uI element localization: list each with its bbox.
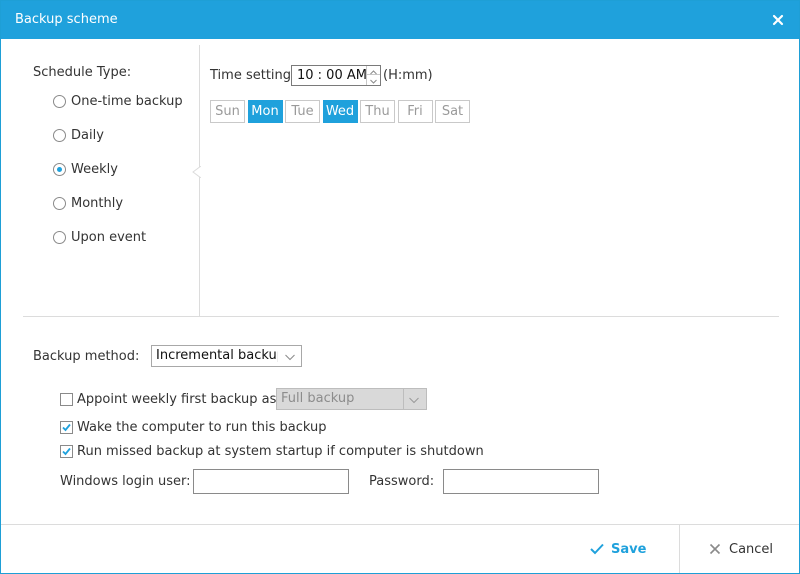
radio-circle: [53, 196, 66, 210]
dialog-title: Backup scheme: [15, 12, 118, 27]
backup-scheme-dialog: Backup scheme Schedule Type: One-time ba…: [0, 0, 800, 574]
day-wed[interactable]: Wed: [322, 100, 358, 123]
backup-method-label: Backup method:: [33, 349, 140, 364]
schedule-type-label: Schedule Type:: [33, 65, 132, 80]
run-missed-backup-checkbox[interactable]: Run missed backup at system startup if c…: [60, 442, 484, 460]
time-spinner: [366, 66, 380, 85]
radio-upon-event[interactable]: Upon event: [53, 228, 146, 246]
first-backup-value: Full backup: [281, 391, 355, 406]
chevron-down-icon: [408, 394, 420, 404]
vertical-divider: [199, 45, 200, 316]
radio-weekly[interactable]: Weekly: [53, 160, 118, 178]
radio-label: Weekly: [71, 161, 118, 177]
password-input[interactable]: [443, 469, 599, 494]
radio-label: One-time backup: [71, 93, 183, 109]
wake-computer-label: Wake the computer to run this backup: [77, 419, 327, 435]
radio-circle-checked: [53, 162, 66, 176]
backup-method-select[interactable]: Incremental backup: [151, 345, 302, 367]
backup-method-value: Incremental backup: [156, 348, 278, 363]
radio-circle: [53, 128, 66, 142]
weekday-selector: Sun Mon Tue Wed Thu Fri Sat: [210, 100, 473, 123]
checkmark-icon: [589, 541, 605, 557]
save-button[interactable]: Save: [589, 536, 646, 562]
select-separator: [403, 389, 404, 409]
checkbox-box: [60, 392, 73, 406]
selection-pointer-icon: [191, 165, 202, 179]
save-label: Save: [611, 541, 647, 557]
day-thu[interactable]: Thu: [360, 100, 395, 123]
time-input[interactable]: 10 : 00 AM: [291, 65, 381, 86]
radio-one-time-backup[interactable]: One-time backup: [53, 92, 183, 110]
time-setting-label: Time setting: [210, 68, 292, 83]
day-tue[interactable]: Tue: [285, 100, 320, 123]
run-missed-backup-label: Run missed backup at system startup if c…: [77, 443, 484, 459]
title-bar: Backup scheme: [1, 1, 799, 39]
day-mon[interactable]: Mon: [247, 100, 283, 123]
radio-label: Upon event: [71, 229, 147, 245]
section-divider: [23, 316, 779, 317]
day-fri[interactable]: Fri: [397, 100, 433, 123]
windows-login-user-input[interactable]: [193, 469, 349, 494]
chevron-down-icon: [284, 351, 296, 361]
day-sun[interactable]: Sun: [210, 100, 245, 123]
footer-button-separator: [679, 525, 680, 573]
radio-daily[interactable]: Daily: [53, 126, 104, 144]
close-icon[interactable]: [768, 10, 788, 30]
checkbox-checked-icon: [60, 444, 73, 458]
day-sat[interactable]: Sat: [435, 100, 470, 123]
close-icon: [707, 541, 723, 557]
radio-circle: [53, 230, 66, 244]
password-label: Password:: [369, 474, 435, 489]
spin-down-icon[interactable]: [367, 75, 380, 84]
cancel-button[interactable]: Cancel: [707, 536, 773, 562]
radio-circle: [53, 94, 66, 108]
cancel-label: Cancel: [729, 541, 774, 557]
checkbox-checked-icon: [60, 420, 73, 434]
appoint-weekly-checkbox[interactable]: Appoint weekly first backup as: [60, 390, 276, 408]
appoint-weekly-label: Appoint weekly first backup as: [77, 391, 277, 407]
first-backup-select: Full backup: [276, 388, 427, 410]
spin-up-icon[interactable]: [367, 66, 380, 75]
radio-monthly[interactable]: Monthly: [53, 194, 123, 212]
time-value: 10 : 00 AM: [297, 68, 367, 83]
wake-computer-checkbox[interactable]: Wake the computer to run this backup: [60, 418, 326, 436]
windows-login-user-label: Windows login user:: [60, 474, 191, 489]
radio-label: Monthly: [71, 195, 124, 211]
radio-label: Daily: [71, 127, 104, 143]
time-format-hint: (H:mm): [383, 68, 433, 83]
